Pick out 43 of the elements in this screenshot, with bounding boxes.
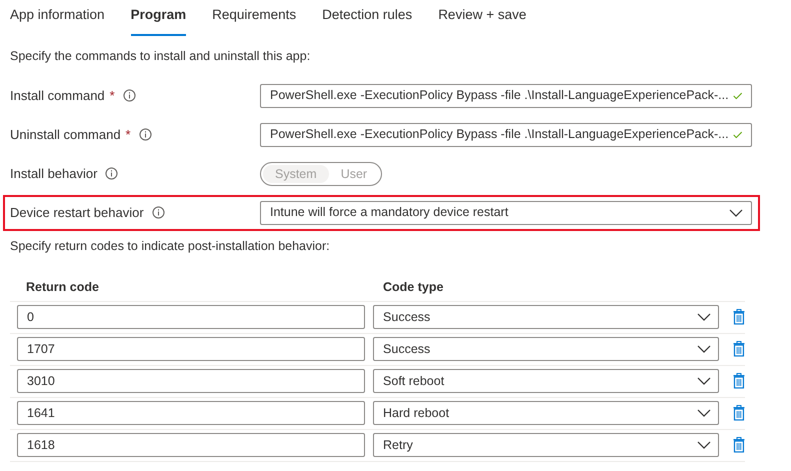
field-label: Install behavior [10, 165, 98, 183]
trash-icon[interactable] [733, 373, 745, 389]
chevron-down-icon [697, 409, 712, 417]
code-type-dropdown[interactable]: Success [373, 337, 720, 361]
code-type-dropdown[interactable]: Soft reboot [373, 369, 720, 393]
trash-icon[interactable] [733, 341, 745, 357]
field-label: Uninstall command [10, 126, 121, 144]
required-mark: * [126, 126, 131, 144]
return-code-field[interactable]: 0 [17, 305, 366, 329]
chevron-down-icon [729, 208, 743, 217]
field-label: Device restart behavior [10, 204, 144, 222]
required-mark: * [110, 87, 115, 105]
command-field[interactable]: PowerShell.exe -ExecutionPolicy Bypass -file .\Install-LanguageExperiencePack-... [260, 84, 752, 108]
tab[interactable]: Requirements [212, 2, 296, 36]
code-type-dropdown[interactable]: Retry [373, 433, 720, 457]
intro-text: Specify the commands to install and uninstall this app: [10, 48, 310, 65]
column-header: Code type [383, 278, 444, 296]
info-icon [152, 206, 165, 220]
chevron-down-icon [697, 441, 712, 449]
tab[interactable]: Program [130, 2, 186, 36]
tab[interactable]: Detection rules [322, 2, 412, 36]
return-code-field[interactable]: 1641 [17, 401, 366, 425]
info-icon [105, 167, 118, 180]
trash-icon[interactable] [733, 309, 745, 325]
return-code-field[interactable]: 3010 [17, 369, 366, 393]
tab[interactable]: App information [10, 2, 105, 36]
chevron-down-icon [697, 345, 712, 353]
return-code-field[interactable]: 1707 [17, 337, 366, 361]
column-header: Return code [26, 278, 100, 296]
command-field[interactable]: PowerShell.exe -ExecutionPolicy Bypass -file .\Install-LanguageExperiencePack-... [260, 122, 752, 147]
return-codes-text: Specify return codes to indicate post-installation behavior: [10, 238, 330, 255]
field-label: Install command [10, 87, 105, 105]
code-type-dropdown[interactable]: Success [373, 305, 720, 329]
info-icon [138, 128, 152, 142]
code-type-dropdown[interactable]: Hard reboot [373, 401, 720, 425]
trash-icon[interactable] [733, 405, 745, 421]
return-code-field[interactable]: 1618 [17, 433, 366, 457]
info-icon [122, 89, 136, 102]
restart-dropdown[interactable]: Intune will force a mandatory device restart [260, 200, 752, 225]
tab[interactable]: Review + save [438, 2, 526, 36]
trash-icon[interactable] [733, 437, 745, 453]
chevron-down-icon [697, 313, 712, 321]
chevron-down-icon [697, 377, 712, 385]
